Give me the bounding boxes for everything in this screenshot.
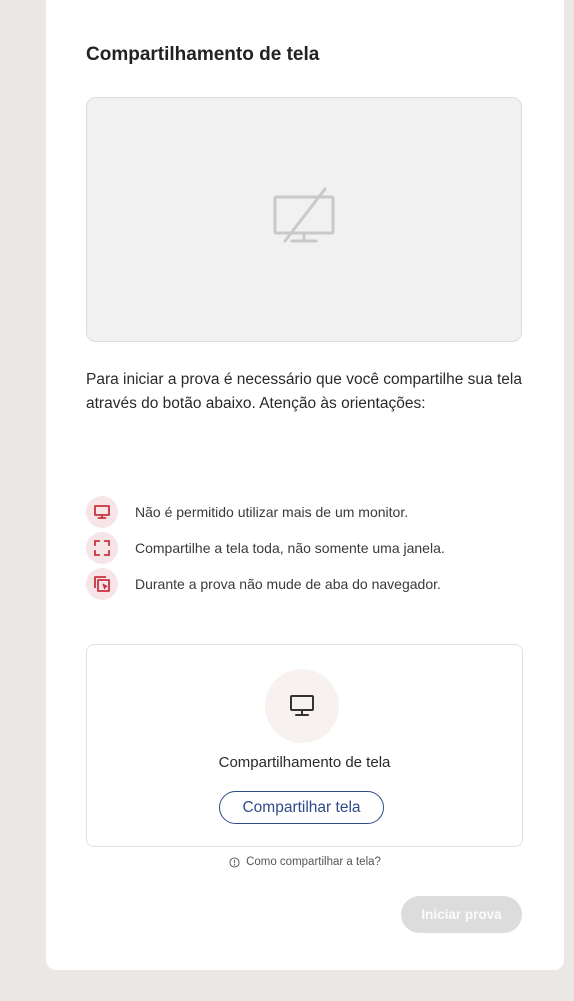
monitor-icon	[265, 669, 339, 743]
monitor-icon	[86, 496, 118, 528]
share-screen-button[interactable]: Compartilhar tela	[219, 791, 384, 824]
rule-no-tab-change: Durante a prova não mude de aba do naveg…	[86, 568, 526, 600]
page-title: Compartilhamento de tela	[86, 44, 320, 65]
rule-text: Durante a prova não mude de aba do naveg…	[135, 576, 441, 592]
screen-off-icon	[269, 185, 339, 254]
help-link-text[interactable]: Como compartilhar a tela?	[246, 856, 381, 868]
rule-single-monitor: Não é permitido utilizar mais de um moni…	[86, 496, 526, 528]
screen-preview	[86, 97, 522, 342]
rule-full-screen: Compartilhe a tela toda, não somente uma…	[86, 532, 526, 564]
share-screen-label: Compartilhamento de tela	[218, 754, 391, 771]
info-icon	[229, 856, 240, 868]
instructions-text: Para iniciar a prova é necessário que vo…	[86, 371, 522, 412]
screen-share-card: Compartilhamento de tela Para iniciar a …	[46, 0, 564, 970]
help-link[interactable]: Como compartilhar a tela?	[46, 856, 564, 868]
fullscreen-icon	[86, 532, 118, 564]
start-exam-button[interactable]: Iniciar prova	[401, 896, 522, 933]
tab-icon	[86, 568, 118, 600]
rule-text: Compartilhe a tela toda, não somente uma…	[135, 540, 445, 556]
share-screen-panel: Compartilhamento de tela Compartilhar te…	[86, 644, 523, 847]
rule-text: Não é permitido utilizar mais de um moni…	[135, 504, 409, 520]
